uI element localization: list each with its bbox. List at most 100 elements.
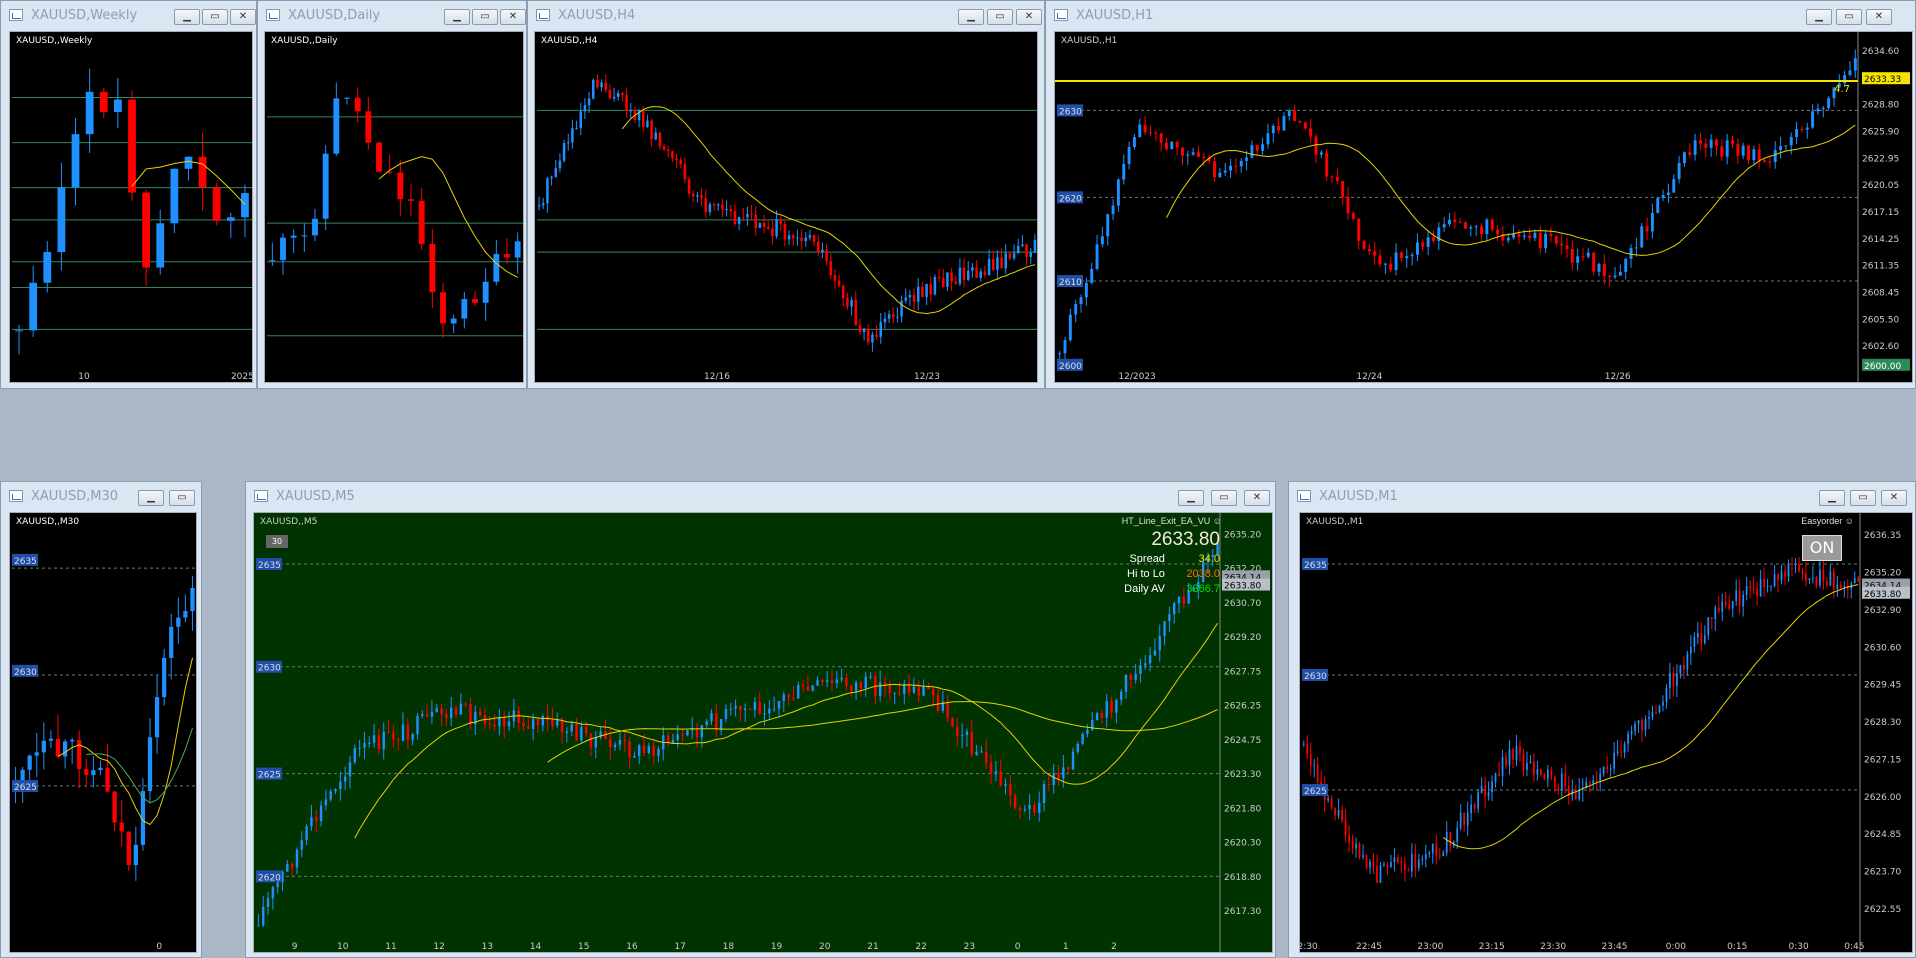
chart-window-h4[interactable]: XAUUSD,H4 ▁ ▭ ✕ 12/16 12/23 XAUUSD,,H4 <box>527 0 1045 389</box>
candle <box>1159 133 1163 143</box>
title-bar[interactable]: XAUUSD,M1 ▁ ▭ ✕ <box>1289 482 1915 512</box>
candle <box>1588 782 1591 784</box>
candle <box>1177 596 1181 604</box>
candle <box>1086 729 1089 734</box>
minimize-button[interactable]: ▁ <box>1819 490 1845 506</box>
title-bar[interactable]: XAUUSD,Weekly ▁ ▭ ✕ <box>1 1 256 31</box>
candle <box>482 281 489 303</box>
candle <box>212 187 221 221</box>
maximize-button[interactable]: ▭ <box>1850 490 1876 506</box>
candle <box>1620 751 1622 753</box>
candle <box>1505 756 1507 766</box>
maximize-button[interactable]: ▭ <box>202 9 228 25</box>
candle <box>1302 743 1305 745</box>
chart-canvas: 2636.35 2635.20 2632.90 2630.60 2629.45 2628.… <box>1300 513 1910 952</box>
candle <box>967 270 970 280</box>
candle <box>1158 636 1161 651</box>
candle <box>1763 160 1767 162</box>
price-tag-label: 2633.80 <box>1864 590 1901 600</box>
window-title: XAUUSD,M1 <box>1319 489 1398 504</box>
candle <box>29 282 38 331</box>
candle <box>70 739 75 742</box>
minimize-button[interactable]: ▁ <box>1178 490 1204 506</box>
minimize-button[interactable]: ▁ <box>174 9 200 25</box>
level-tag-label: 2630 <box>1304 672 1327 682</box>
candle <box>1560 773 1563 791</box>
candle <box>522 722 525 727</box>
candle <box>996 257 999 270</box>
period-box[interactable]: 30 <box>266 535 288 548</box>
candle <box>1578 789 1581 800</box>
chart-window-m5[interactable]: XAUUSD,M5 ▁ ▭ ✕ 2635.20 2632.20 2630.70 262… <box>245 481 1276 958</box>
chart-area[interactable]: 2634.602631.702628.802625.902622.952620.… <box>1054 31 1913 383</box>
candle <box>84 769 89 776</box>
chart-area[interactable]: 2635 2630 2625 0 XAUUSD,,M30 <box>9 512 197 953</box>
chart-window-m30[interactable]: XAUUSD,M30 ▁ ▭ 2635 2630 2625 0 XAUUSD,,M30 <box>0 481 202 958</box>
candle <box>700 195 703 199</box>
candle <box>746 213 749 218</box>
chart-window-icon <box>9 9 23 21</box>
candle <box>1570 248 1574 263</box>
candle <box>339 781 342 790</box>
minimize-button[interactable]: ▁ <box>138 490 164 506</box>
candle <box>1666 192 1670 195</box>
maximize-button[interactable]: ▭ <box>987 9 1013 25</box>
title-bar[interactable]: XAUUSD,M30 ▁ ▭ <box>1 482 201 512</box>
candle <box>1095 244 1099 270</box>
title-bar[interactable]: XAUUSD,M5 ▁ ▭ ✕ <box>246 482 1275 512</box>
close-button[interactable]: ✕ <box>1016 9 1042 25</box>
maximize-button[interactable]: ▭ <box>1211 490 1237 506</box>
candle <box>1181 147 1184 156</box>
minimize-button[interactable]: ▁ <box>1806 9 1832 25</box>
candle <box>758 701 761 714</box>
close-button[interactable]: ✕ <box>230 9 256 25</box>
chart-area[interactable]: XAUUSD,,Daily <box>264 31 524 383</box>
candle <box>1456 827 1459 842</box>
candle <box>777 701 781 709</box>
candle <box>719 718 723 731</box>
candle <box>1453 219 1457 223</box>
chart-window-daily[interactable]: XAUUSD,Daily ▁ ▭ ✕ XAUUSD,,Daily <box>257 0 527 389</box>
candle <box>1110 700 1113 713</box>
candle <box>1282 116 1286 131</box>
maximize-button[interactable]: ▭ <box>472 9 498 25</box>
maximize-button[interactable]: ▭ <box>1836 9 1862 25</box>
candle <box>1424 854 1427 860</box>
candle <box>845 677 848 686</box>
spread-label: Spread <box>1129 553 1165 565</box>
chart-window-weekly[interactable]: XAUUSD,Weekly ▁ ▭ ✕ 10 2025 XAUUSD,,Weekl… <box>0 0 257 389</box>
candle <box>1728 604 1731 609</box>
candle <box>867 328 870 343</box>
chart-window-h1[interactable]: XAUUSD,H1 ▁ ▭ ✕ 2634.602631.702628.80262… <box>1045 0 1916 389</box>
close-button[interactable]: ✕ <box>500 9 526 25</box>
chart-area[interactable]: 2636.35 2635.20 2632.90 2630.60 2629.45 2628.… <box>1299 512 1913 953</box>
candle <box>1314 136 1318 155</box>
chart-area[interactable]: 2635.20 2632.20 2630.70 2629.20 2627.75 2626.… <box>253 512 1273 953</box>
candle <box>893 692 896 694</box>
candle <box>942 278 945 287</box>
chart-area[interactable]: 12/16 12/23 XAUUSD,,H4 <box>534 31 1038 383</box>
candle <box>1533 232 1537 239</box>
hilo-label: Hi to Lo <box>1127 568 1165 580</box>
candle <box>440 292 446 324</box>
close-button[interactable]: ✕ <box>1866 9 1892 25</box>
candle <box>459 703 463 715</box>
candle <box>1496 229 1500 235</box>
candle <box>1560 243 1564 246</box>
close-button[interactable]: ✕ <box>1244 490 1270 506</box>
time-axis-label: 10 <box>78 372 90 382</box>
maximize-button[interactable]: ▭ <box>169 490 195 506</box>
candle <box>929 283 932 295</box>
title-bar[interactable]: XAUUSD,Daily ▁ ▭ ✕ <box>258 1 526 31</box>
close-button[interactable]: ✕ <box>1881 490 1907 506</box>
minimize-button[interactable]: ▁ <box>444 9 470 25</box>
title-bar[interactable]: XAUUSD,H4 ▁ ▭ ✕ <box>528 1 1044 31</box>
minimize-button[interactable]: ▁ <box>958 9 984 25</box>
on-toggle-button[interactable]: ON <box>1802 535 1842 561</box>
chart-area[interactable]: 10 2025 XAUUSD,,Weekly <box>9 31 253 383</box>
candle <box>792 235 795 239</box>
time-axis-label: 9 <box>292 942 298 952</box>
candle <box>1522 235 1526 237</box>
title-bar[interactable]: XAUUSD,H1 ▁ ▭ ✕ <box>1046 1 1915 31</box>
chart-window-m1[interactable]: XAUUSD,M1 ▁ ▭ ✕ 2636.35 2635.20 2632.90 263… <box>1288 481 1916 958</box>
